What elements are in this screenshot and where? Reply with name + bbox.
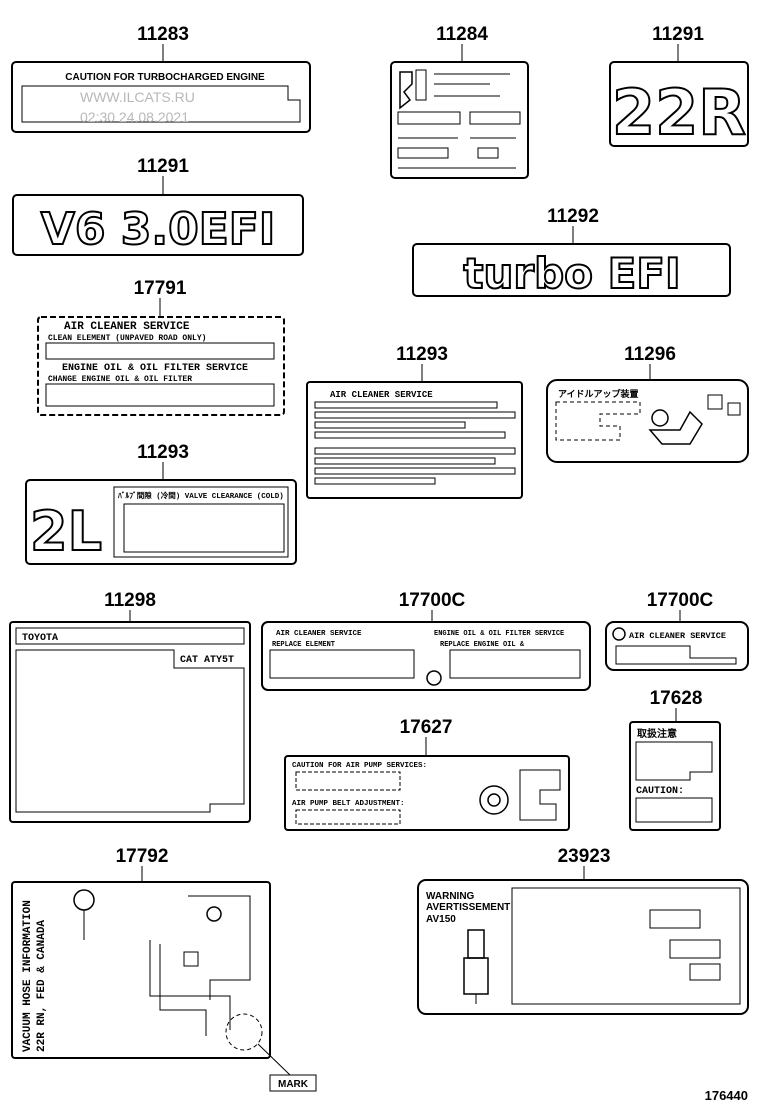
label-11291-22r-text: 22R	[612, 76, 746, 149]
part-number-17700c-a: 17700C	[399, 590, 466, 611]
part-17700c-wide[interactable]: 17700C AIR CLEANER SERVICE REPLACE ELEME…	[261, 590, 591, 691]
part-11298[interactable]: 11298 TOYOTA CAT ATY5T	[9, 590, 251, 823]
part-number-11293-a: 11293	[396, 344, 448, 365]
part-17627[interactable]: 17627 CAUTION FOR AIR PUMP SERVICES: AIR…	[284, 717, 570, 831]
label-11292-text: turbo EFI	[463, 249, 680, 298]
label-17628-line1: 取扱注意	[637, 727, 677, 740]
label-17792-v1: VACUUM HOSE INFORMATION	[22, 900, 34, 1052]
parts-label-diagram: 11283 CAUTION FOR TURBOCHARGED ENGINE WW…	[9, 24, 749, 1103]
part-11296[interactable]: 11296 アイドルアップ装置	[546, 344, 749, 463]
watermark-timestamp: 02:30 24.08.2021	[80, 109, 189, 125]
part-number-11291-a: 11291	[652, 24, 704, 45]
label-23923-w2: AVERTISSEMENT	[426, 902, 510, 913]
part-number-11296: 11296	[624, 344, 676, 365]
part-11293-2l[interactable]: 11293 2L ﾊﾞﾙﾌﾞ間隙 (冷間) VALVE CLEARANCE (C…	[25, 442, 297, 565]
part-number-11292: 11292	[547, 206, 599, 227]
label-11298-brand: TOYOTA	[22, 633, 58, 644]
part-number-11298: 11298	[104, 590, 156, 611]
part-17791[interactable]: 17791 AIR CLEANER SERVICE CLEAN ELEMENT …	[37, 278, 285, 416]
label-11298-code: CAT ATY5T	[180, 655, 234, 666]
label-17627-line2: AIR PUMP BELT ADJUSTMENT:	[292, 800, 405, 808]
part-number-17792: 17792	[116, 846, 169, 867]
part-23923[interactable]: 23923 WARNING AVERTISSEMENT AV150	[417, 846, 749, 1015]
label-17791-line2: CLEAN ELEMENT (UNPAVED ROAD ONLY)	[48, 334, 206, 343]
part-11291-v6[interactable]: 11291 V6 3.0EFI	[12, 156, 304, 256]
label-17792-v2: 22R RN, FED & CANADA	[36, 920, 48, 1052]
label-11293-2l-big: 2L	[30, 500, 102, 563]
watermark-site: WWW.ILCATS.RU	[80, 89, 195, 105]
label-23923-w1: WARNING	[426, 891, 475, 902]
label-17700c-small-text: AIR CLEANER SERVICE	[629, 631, 726, 641]
label-17628-line2: CAUTION:	[636, 786, 684, 797]
part-number-17791: 17791	[134, 278, 187, 299]
part-number-11283: 11283	[137, 24, 189, 45]
label-17791-line1: AIR CLEANER SERVICE	[64, 321, 190, 333]
part-17628[interactable]: 17628 取扱注意 CAUTION:	[629, 688, 721, 831]
part-number-17700c-b: 17700C	[647, 590, 714, 611]
label-23923-w3: AV150	[426, 914, 456, 925]
label-17700c-left1: AIR CLEANER SERVICE	[276, 630, 362, 638]
part-11291-22r[interactable]: 11291 22R	[609, 24, 749, 150]
label-11283-text: CAUTION FOR TURBOCHARGED ENGINE	[65, 72, 265, 83]
part-17700c-small[interactable]: 17700C AIR CLEANER SERVICE	[605, 590, 749, 671]
label-17700c-right2: REPLACE ENGINE OIL &	[440, 641, 525, 649]
label-11293-title: AIR CLEANER SERVICE	[330, 390, 433, 400]
label-17700c-left2: REPLACE ELEMENT	[272, 641, 335, 649]
label-17791-line3: ENGINE OIL & OIL FILTER SERVICE	[62, 363, 248, 374]
part-11292[interactable]: 11292 turbo EFI	[412, 206, 731, 299]
mark-callout: MARK	[278, 1079, 309, 1090]
part-11293-air[interactable]: 11293 AIR CLEANER SERVICE	[306, 344, 523, 499]
label-17791-line4: CHANGE ENGINE OIL & OIL FILTER	[48, 375, 192, 384]
part-number-17628: 17628	[650, 688, 703, 709]
part-number-11293-b: 11293	[137, 442, 189, 463]
diagram-id: 176440	[705, 1088, 748, 1103]
label-11296-text: アイドルアップ装置	[558, 388, 639, 399]
part-11284[interactable]: 11284	[390, 24, 529, 179]
part-number-23923: 23923	[558, 846, 611, 867]
part-number-11291-b: 11291	[137, 156, 189, 177]
label-17627-line1: CAUTION FOR AIR PUMP SERVICES:	[292, 762, 427, 770]
part-number-17627: 17627	[400, 717, 453, 738]
part-17792[interactable]: 17792 VACUUM HOSE INFORMATION 22R RN, FE…	[11, 846, 317, 1092]
label-11291-v6-text: V6 3.0EFI	[41, 204, 275, 255]
part-number-11284: 11284	[436, 24, 488, 45]
label-17700c-right1: ENGINE OIL & OIL FILTER SERVICE	[434, 630, 564, 638]
